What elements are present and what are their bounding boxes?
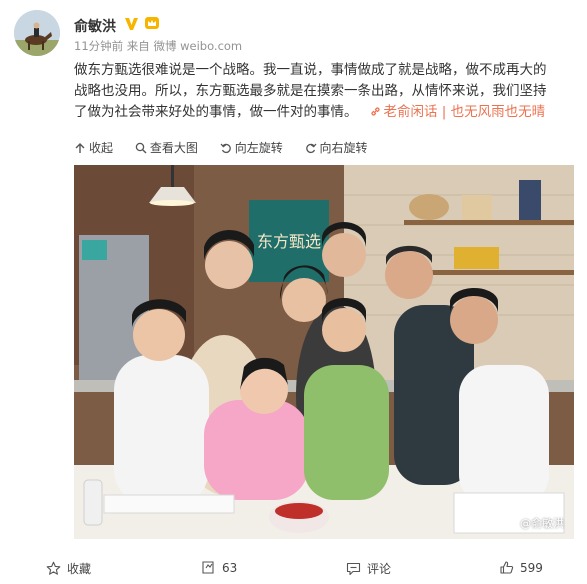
zoom-icon: [135, 142, 147, 154]
rotate-left-button[interactable]: 向左旋转: [220, 139, 283, 156]
action-bar: 收藏 63 评论 599: [0, 552, 587, 584]
post-text-line: 战略也没用。所以，东方甄选最多就是在摸索一条出路，从情怀来说，我们坚持: [74, 83, 547, 99]
post-text-line: 做东方甄选很难说是一个战略。我一直说，事情做成了就是战略，做不成再大的: [74, 62, 547, 78]
repost-button[interactable]: 63: [201, 560, 237, 575]
favorite-label: 收藏: [67, 562, 92, 576]
thumbs-up-icon: [500, 561, 514, 574]
collapse-button[interactable]: 收起: [74, 139, 113, 156]
repost-count: 63: [222, 560, 238, 575]
repost-icon: [202, 561, 214, 574]
comment-label: 评论: [367, 562, 392, 576]
favorite-button[interactable]: 收藏: [46, 560, 91, 577]
view-large-label: 查看大图: [149, 141, 198, 155]
avatar[interactable]: [14, 10, 60, 56]
group-photo-illustration: 东方甄选: [74, 165, 574, 539]
post-header: 俞敏洪 11分钟前 来自 微博 weibo.com: [14, 10, 574, 56]
post-photo[interactable]: 东方甄选 @俞敏洪: [74, 165, 574, 539]
arrow-up-icon: [75, 143, 85, 153]
collapse-label: 收起: [89, 141, 114, 155]
image-toolbar: 收起 查看大图 向左旋转 向右旋转: [74, 139, 386, 155]
topic-link-label: 老俞闲话 | 也无风雨也无晴: [383, 104, 546, 120]
like-count: 599: [520, 560, 543, 575]
photo-watermark: @俞敏洪: [520, 517, 564, 530]
vip-crown-icon: [144, 15, 160, 31]
rotate-left-icon: [220, 143, 231, 154]
link-icon: [370, 107, 380, 116]
rotate-right-icon: [305, 143, 317, 154]
avatar-image: [14, 10, 60, 56]
photo-sign-text: 东方甄选: [257, 232, 321, 251]
rotate-right-button[interactable]: 向右旋转: [305, 139, 368, 156]
post-text: 做东方甄选很难说是一个战略。我一直说，事情做成了就是战略，做不成再大的 战略也没…: [74, 60, 572, 123]
comment-button[interactable]: 评论: [346, 560, 391, 577]
username[interactable]: 俞敏洪: [74, 16, 116, 36]
post-meta: 11分钟前 来自 微博 weibo.com: [74, 39, 243, 53]
like-button[interactable]: 599: [499, 560, 543, 575]
topic-link[interactable]: 老俞闲话 | 也无风雨也无晴: [370, 104, 546, 120]
verified-v-icon: [123, 15, 140, 32]
star-icon: [46, 561, 61, 575]
rotate-left-label: 向左旋转: [234, 141, 283, 155]
comment-icon: [346, 562, 361, 576]
post-text-segment: 了做为社会带来好处的事情，做一件对的事情。: [74, 104, 358, 120]
view-large-button[interactable]: 查看大图: [135, 139, 198, 156]
rotate-right-label: 向右旋转: [319, 141, 368, 155]
post-text-line: 了做为社会带来好处的事情，做一件对的事情。 老俞闲话 | 也无风雨也无晴: [74, 102, 572, 123]
